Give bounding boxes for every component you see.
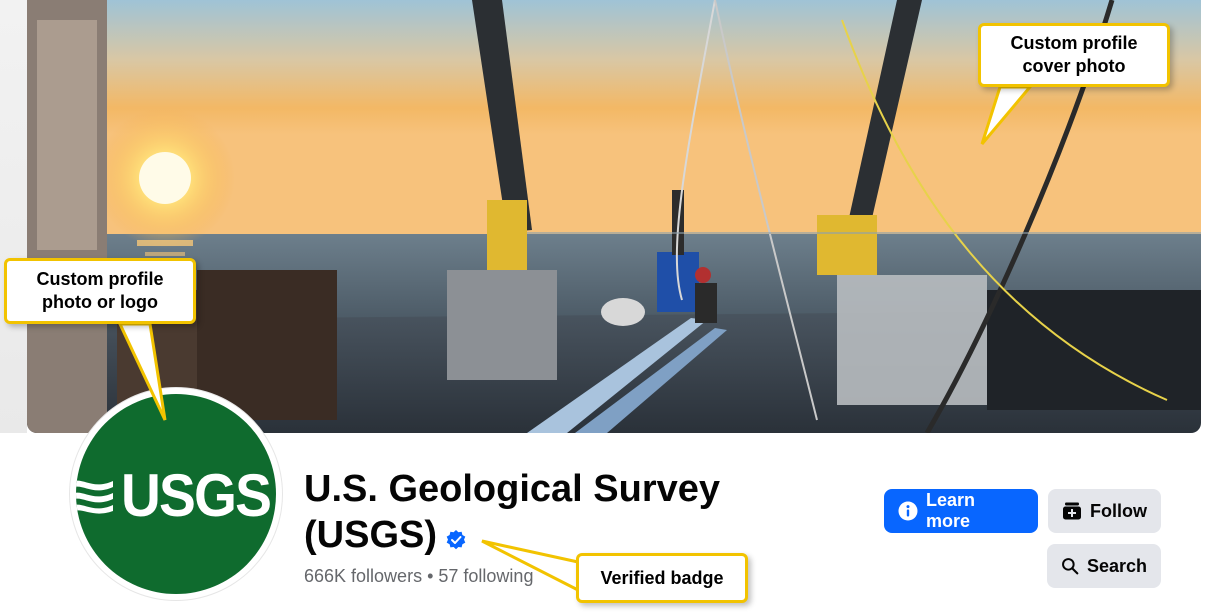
facebook-page-header: Custom profile cover photo Custom profil… [0, 0, 1228, 616]
learn-more-button[interactable]: Learn more [884, 489, 1038, 533]
learn-more-label: Learn more [925, 490, 976, 531]
followers-link[interactable]: 666K followers [304, 566, 422, 586]
following-link[interactable]: 57 following [438, 566, 533, 586]
verified-badge-annotation: Verified badge [576, 553, 748, 603]
search-button[interactable]: Search [1047, 544, 1161, 588]
background-edge [0, 0, 27, 433]
profile-photo-annotation: Custom profile photo or logo [4, 258, 196, 324]
usgs-logo-mark: USGS [76, 466, 276, 526]
follow-button[interactable]: Follow [1048, 489, 1161, 533]
profile-photo[interactable]: USGS [70, 388, 282, 600]
profile-photo-annotation-text: Custom profile photo or logo [36, 269, 164, 312]
stats-separator: • [422, 566, 439, 586]
page-stats: 666K followers • 57 following [304, 566, 533, 587]
cover-photo-annotation-text: Custom profile cover photo [1010, 33, 1138, 76]
cover-photo-annotation: Custom profile cover photo [978, 23, 1170, 87]
usgs-logo-text: USGS [120, 462, 272, 529]
usgs-wave-icon [76, 480, 113, 514]
verified-badge-icon[interactable] [446, 530, 466, 550]
search-icon [1062, 558, 1079, 575]
follow-plus-icon [1063, 502, 1081, 520]
verified-badge-annotation-text: Verified badge [600, 567, 724, 588]
page-title: U.S. Geological Survey (USGS) [304, 468, 721, 556]
search-label: Search [1086, 555, 1147, 576]
usgs-logo: USGS [76, 394, 276, 594]
follow-label: Follow [1090, 500, 1147, 521]
info-icon [898, 501, 918, 521]
